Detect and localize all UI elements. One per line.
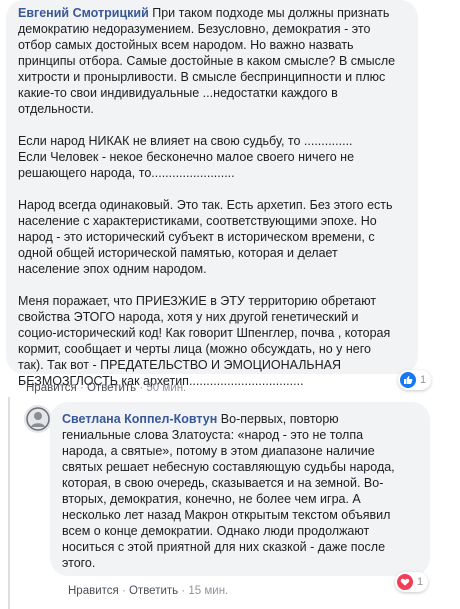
reaction-summary[interactable]: 1 [395,572,429,592]
reaction-count: 1 [420,374,427,386]
comment-actions: Нравится · Ответить · 50 мин. [26,382,186,394]
like-link[interactable]: Нравится [26,382,77,394]
avatar[interactable] [24,405,52,433]
reaction-summary[interactable]: 1 [398,370,432,390]
separator: · [76,382,87,394]
reply-bubble: Светлана Коппел-Ковтун Во-первых, повтор… [50,402,430,576]
separator: · [118,585,129,597]
comment-text: Во-первых, повторю гениальные слова Злат… [62,412,395,570]
comment-author[interactable]: Евгений Смотрицкий [18,6,149,20]
comment-text: При таком подходе мы должны признать дем… [18,6,396,388]
timestamp[interactable]: 15 мин. [188,585,228,597]
like-icon [400,372,416,388]
comment-bubble: Евгений Смотрицкий При таком подходе мы … [6,0,418,388]
separator: · [178,585,189,597]
comment-author[interactable]: Светлана Коппел-Ковтун [62,412,217,426]
separator: · [136,382,147,394]
reply-link[interactable]: Ответить [129,585,178,597]
comment-body: Евгений Смотрицкий При таком подходе мы … [18,5,406,389]
thread-line [8,397,10,609]
love-icon [397,574,413,590]
timestamp[interactable]: 50 мин. [146,382,186,394]
comment-actions: Нравится · Ответить · 15 мин. [68,585,228,597]
comment-body: Светлана Коппел-Ковтун Во-первых, повтор… [62,411,418,571]
like-link[interactable]: Нравится [68,585,119,597]
reply-link[interactable]: Ответить [87,382,136,394]
reaction-count: 1 [417,576,424,588]
